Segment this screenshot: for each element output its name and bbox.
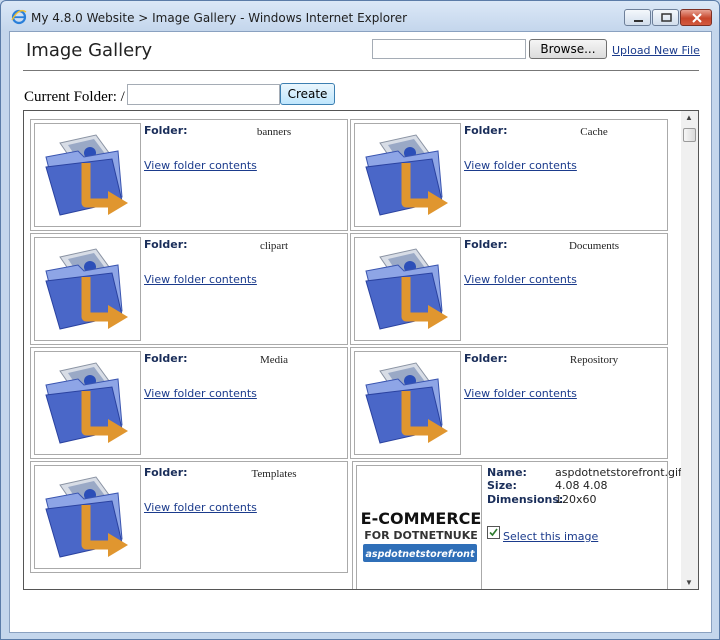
current-folder-label: Current Folder: / — [24, 89, 125, 105]
image-thumbnail[interactable]: E-COMMERCE FOR DOTNETNUKE aspdotnetstore… — [356, 465, 482, 589]
scroll-thumb[interactable] — [683, 128, 696, 142]
maximize-button[interactable] — [652, 9, 679, 26]
folder-name: banners — [256, 126, 292, 138]
logo-line-3: aspdotnetstorefront — [366, 549, 475, 560]
logo-line-1: E-COMMERCE — [361, 509, 481, 528]
view-folder-link[interactable]: View folder contents — [144, 387, 257, 400]
folder-key: Folder: — [144, 466, 188, 479]
scroll-down-icon[interactable]: ▼ — [685, 578, 693, 587]
folder-name: Templates — [251, 468, 297, 480]
folder-icon — [45, 134, 128, 216]
folder-key: Folder: — [464, 124, 508, 137]
folder-thumbnail[interactable] — [354, 237, 461, 341]
folder-icon — [45, 362, 128, 444]
folder-name: Media — [259, 354, 289, 366]
gallery-grid: Folder: banners View folder contents Fol… — [23, 110, 699, 590]
new-folder-input[interactable] — [127, 84, 280, 105]
folder-cell: Folder: banners View folder contents — [30, 119, 348, 231]
folder-name: clipart — [259, 240, 289, 252]
folder-key: Folder: — [144, 124, 188, 137]
folder-icon — [45, 248, 128, 330]
folder-cell: Folder: Cache View folder contents — [350, 119, 668, 231]
folder-thumbnail[interactable] — [354, 123, 461, 227]
select-image-link[interactable]: Select this image — [503, 530, 598, 543]
maximize-icon — [661, 13, 672, 22]
file-name-key: Name: — [487, 466, 527, 479]
folder-name: Repository — [569, 354, 619, 366]
folder-key: Folder: — [464, 238, 508, 251]
create-folder-button[interactable]: Create — [280, 83, 335, 105]
file-size-value: 4.08 4.08 — [555, 479, 608, 492]
view-folder-link[interactable]: View folder contents — [144, 501, 257, 514]
vertical-scrollbar[interactable]: ▲ ▼ — [681, 111, 698, 589]
image-cell: E-COMMERCE FOR DOTNETNUKE aspdotnetstore… — [352, 461, 682, 589]
folder-cell: Folder: Repository View folder contents — [350, 347, 668, 459]
page-title: Image Gallery — [26, 40, 153, 61]
folder-name: Cache — [580, 126, 608, 138]
folder-thumbnail[interactable] — [34, 237, 141, 341]
internet-explorer-icon — [11, 9, 27, 25]
file-dimensions-key: Dimensions: — [487, 493, 564, 506]
scroll-up-icon[interactable]: ▲ — [685, 113, 693, 122]
folder-key: Folder: — [144, 238, 188, 251]
browse-button[interactable]: Browse... — [529, 39, 607, 59]
folder-cell: Folder: Media View folder contents — [30, 347, 348, 459]
folder-icon — [45, 476, 128, 558]
folder-cell: Folder: Documents View folder contents — [350, 233, 668, 345]
close-icon — [692, 13, 702, 23]
page-content: Image Gallery Browse... Upload New File … — [9, 31, 712, 633]
folder-cell: Folder: clipart View folder contents — [30, 233, 348, 345]
folder-key: Folder: — [464, 352, 508, 365]
view-folder-link[interactable]: View folder contents — [464, 387, 577, 400]
folder-icon — [365, 248, 448, 330]
file-dimensions-value: 120x60 — [555, 493, 597, 506]
folder-thumbnail[interactable] — [354, 351, 461, 455]
minimize-icon — [634, 20, 643, 22]
view-folder-link[interactable]: View folder contents — [464, 273, 577, 286]
file-name-value: aspdotnetstorefront.gif — [555, 466, 682, 479]
view-folder-link[interactable]: View folder contents — [144, 159, 257, 172]
select-image-icon[interactable] — [487, 526, 500, 539]
divider — [23, 70, 699, 71]
window-title: My 4.8.0 Website > Image Gallery - Windo… — [31, 11, 408, 25]
folder-key: Folder: — [144, 352, 188, 365]
folder-cell: Folder: Templates View folder contents — [30, 461, 348, 573]
upload-file-input[interactable] — [372, 39, 526, 59]
minimize-button[interactable] — [624, 9, 651, 26]
aspdotnetstorefront-logo: E-COMMERCE FOR DOTNETNUKE aspdotnetstore… — [361, 507, 481, 567]
folder-thumbnail[interactable] — [34, 351, 141, 455]
folder-icon — [365, 362, 448, 444]
file-size-key: Size: — [487, 479, 517, 492]
view-folder-link[interactable]: View folder contents — [464, 159, 577, 172]
folder-name: Documents — [568, 240, 620, 252]
folder-thumbnail[interactable] — [34, 123, 141, 227]
browser-window: My 4.8.0 Website > Image Gallery - Windo… — [0, 0, 720, 640]
title-bar[interactable]: My 4.8.0 Website > Image Gallery - Windo… — [1, 1, 719, 31]
close-button[interactable] — [680, 9, 712, 26]
folder-thumbnail[interactable] — [34, 465, 141, 569]
folder-icon — [365, 134, 448, 216]
logo-line-2: FOR DOTNETNUKE — [364, 529, 478, 542]
view-folder-link[interactable]: View folder contents — [144, 273, 257, 286]
upload-new-file-link[interactable]: Upload New File — [612, 44, 700, 57]
